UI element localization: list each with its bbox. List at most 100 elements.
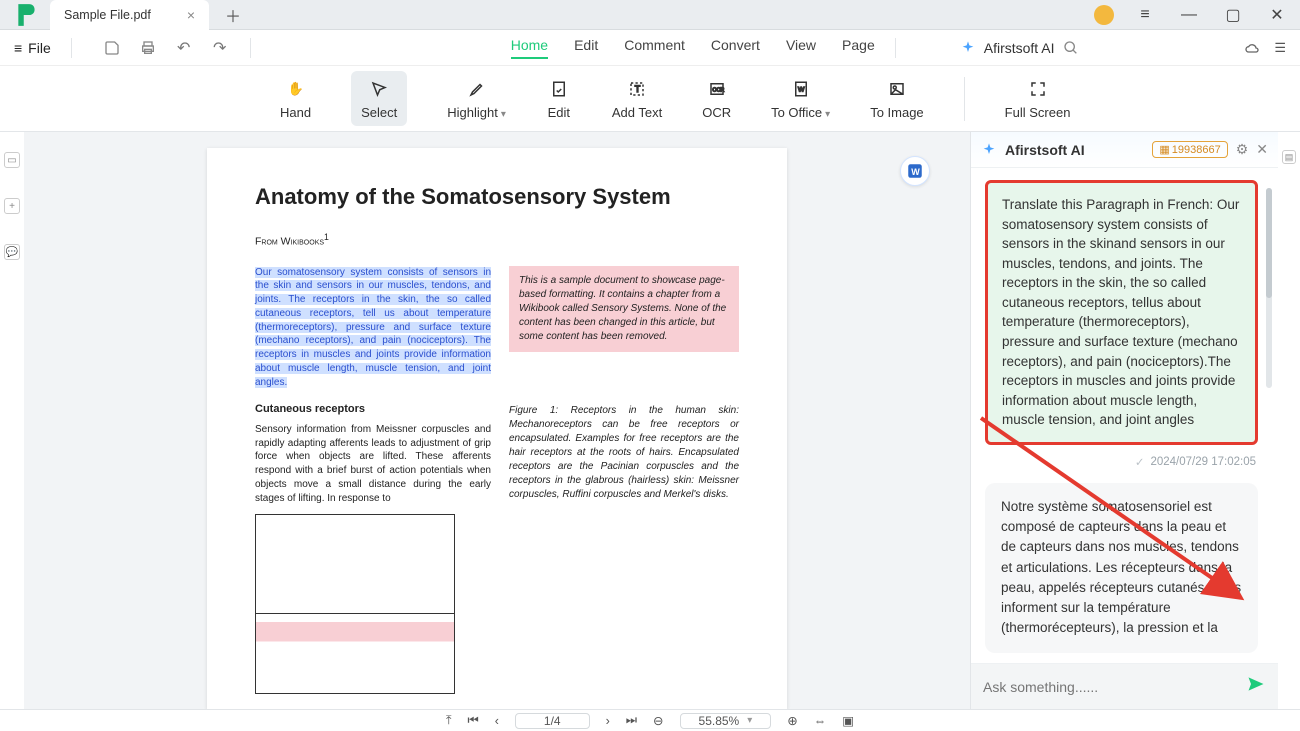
tool-full-screen[interactable]: Full Screen [1005,77,1071,120]
ai-sparkle-icon [981,142,997,158]
fullscreen-icon [1025,77,1051,101]
file-menu-button[interactable]: ≡ File [14,40,51,56]
save-icon[interactable] [102,38,122,58]
divider [964,77,965,121]
workspace: ▭ + 💬 W Anatomy of the Somatosensory Sys… [0,132,1300,709]
print-icon[interactable] [138,38,158,58]
panel-toggle-icon[interactable]: ▤ [1282,150,1296,164]
tool-highlight-label: Highlight▾ [447,105,506,120]
highlighted-paragraph[interactable]: Our somatosensory system consists of sen… [255,267,491,388]
tool-select-label: Select [361,105,397,120]
comments-icon[interactable]: 💬 [4,244,20,260]
subhead-cutaneous: Cutaneous receptors [255,402,491,417]
document-viewport[interactable]: W Anatomy of the Somatosensory System Fr… [24,132,970,709]
ai-close-icon[interactable]: ✕ [1256,141,1268,158]
tool-edit-label: Edit [548,105,570,120]
chevron-down-icon[interactable]: ▾ [501,109,506,120]
prev-page-icon[interactable]: ‹ [495,714,499,728]
to-image-icon [884,77,910,101]
divider [250,38,251,58]
menu-home[interactable]: Home [511,37,548,59]
ai-settings-icon[interactable]: ⚙ [1236,141,1249,158]
ai-scrollbar-thumb[interactable] [1266,188,1272,298]
figure-1-caption: Figure 1: Receptors in the human skin: M… [509,404,739,502]
message-timestamp: ✓ 2024/07/29 17:02:05 [985,455,1256,469]
maximize-icon[interactable]: ▢ [1220,2,1246,28]
cloud-icon[interactable] [1244,40,1260,56]
user-message: Translate this Paragraph in French: Our … [985,180,1258,445]
scroll-top-icon[interactable]: ⤒ [446,713,452,728]
tool-to-office[interactable]: W To Office▾ [771,77,830,120]
zoom-level[interactable]: 55.85%▾ [680,713,772,729]
tool-ocr[interactable]: OCR OCR [702,77,731,120]
text-box-icon: T [624,77,650,101]
token-count-badge[interactable]: ▦ 19938667 [1152,141,1227,158]
ocr-icon: OCR [704,77,730,101]
divider [895,38,896,58]
svg-text:W: W [798,86,805,93]
menubar: ≡ File ↶ ↷ Home Edit Comment Convert Vie… [0,30,1300,66]
next-page-icon[interactable]: › [606,714,610,728]
cursor-icon [366,77,392,101]
ai-panel-title: Afirstsoft AI [1005,142,1085,158]
titlebar: Sample File.pdf × ＋ ≡ — ▢ ✕ [0,0,1300,30]
menu-page[interactable]: Page [842,37,875,59]
tool-to-image[interactable]: To Image [870,77,923,120]
ai-input-field[interactable] [983,679,1236,695]
bookmarks-icon[interactable]: + [4,198,20,214]
menu-convert[interactable]: Convert [711,37,760,59]
ai-scrollbar[interactable] [1266,188,1272,388]
pdf-page: Anatomy of the Somatosensory System From… [207,148,787,709]
first-page-icon[interactable]: ⏮ [467,713,478,728]
account-avatar-icon[interactable] [1094,5,1114,25]
ai-panel-header: Afirstsoft AI ▦ 19938667 ⚙ ✕ [971,132,1278,168]
app-logo-icon [14,2,40,28]
undo-icon[interactable]: ↶ [174,38,194,58]
tool-edit[interactable]: Edit [546,77,572,120]
zoom-out-icon[interactable]: ⊖ [653,713,663,728]
page-indicator[interactable]: 1/4 [515,713,590,729]
token-count: 19938667 [1172,144,1221,156]
zoom-in-icon[interactable]: ⊕ [787,713,797,728]
fit-width-icon[interactable]: ⇔ [814,714,827,728]
doc-title: Anatomy of the Somatosensory System [255,184,739,210]
ai-entry-button[interactable]: Afirstsoft AI [960,40,1079,56]
redo-icon[interactable]: ↷ [210,38,230,58]
svg-text:OCR: OCR [712,87,724,93]
tool-select[interactable]: Select [351,71,407,126]
right-sidebar: ▤ [1278,132,1300,709]
convert-to-word-float-icon[interactable]: W [900,156,930,186]
pink-info-box: This is a sample document to showcase pa… [509,266,739,352]
minimize-icon[interactable]: — [1176,2,1202,28]
hamburger-menu-icon[interactable]: ≡ [1132,2,1158,28]
tool-ocr-label: OCR [702,105,731,120]
ribbon: ✋ Hand Select Highlight▾ Edit T Add Text… [0,66,1300,132]
check-icon: ✓ [1135,455,1145,469]
figure-skin-diagram [255,514,455,694]
token-icon: ▦ [1159,143,1169,156]
document-tab[interactable]: Sample File.pdf × [50,0,209,30]
highlighter-icon [464,77,490,101]
svg-text:W: W [911,167,920,177]
new-tab-button[interactable]: ＋ [219,1,247,29]
last-page-icon[interactable]: ⏭ [626,713,637,728]
hand-icon: ✋ [283,77,309,101]
menu-edit[interactable]: Edit [574,37,598,59]
tool-add-text[interactable]: T Add Text [612,77,662,120]
file-label: File [28,40,51,56]
tool-highlight[interactable]: Highlight▾ [447,77,506,120]
menu-view[interactable]: View [786,37,816,59]
fit-page-icon[interactable]: ▣ [842,713,854,728]
menu-comment[interactable]: Comment [624,37,685,59]
ai-entry-label: Afirstsoft AI [984,40,1055,56]
menu-items: Home Edit Comment Convert View Page [511,37,875,59]
search-icon[interactable] [1063,40,1079,56]
chevron-down-icon[interactable]: ▾ [825,109,830,120]
tab-close-icon[interactable]: × [187,7,195,23]
tool-hand[interactable]: ✋ Hand [280,77,311,120]
close-window-icon[interactable]: ✕ [1264,2,1290,28]
send-icon[interactable] [1246,674,1266,699]
left-sidebar: ▭ + 💬 [0,132,24,709]
settings-lines-icon[interactable]: ☰ [1274,40,1286,56]
thumbnails-icon[interactable]: ▭ [4,152,20,168]
